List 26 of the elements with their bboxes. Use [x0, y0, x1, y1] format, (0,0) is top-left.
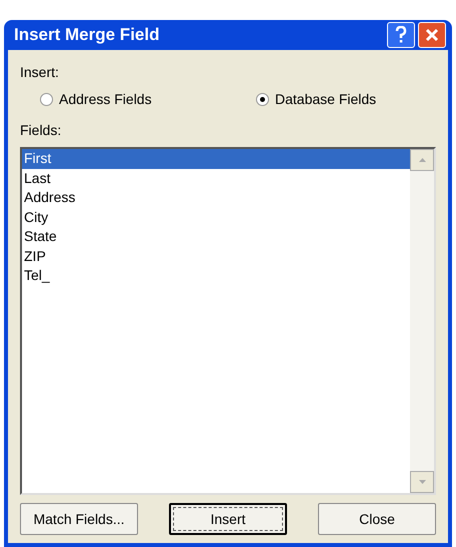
dialog-button[interactable]: Close	[318, 503, 436, 535]
radio-option[interactable]: Database Fields	[256, 89, 376, 110]
down-arrow-icon	[418, 480, 426, 484]
question-mark-icon	[395, 26, 407, 44]
close-icon	[425, 28, 439, 42]
dialog-button[interactable]: Insert	[169, 503, 287, 535]
list-item[interactable]: Address	[22, 188, 410, 208]
list-item[interactable]: Last	[22, 168, 410, 188]
list-item[interactable]: Tel_	[22, 266, 410, 286]
list-item[interactable]: City	[22, 208, 410, 227]
fields-label: Fields:	[20, 121, 62, 140]
scrollbar[interactable]	[410, 149, 434, 493]
radio-button[interactable]	[256, 93, 269, 106]
dialog-button[interactable]: Match Fields...	[20, 503, 138, 535]
up-arrow-icon	[418, 158, 426, 162]
close-button[interactable]	[418, 22, 446, 48]
radio-option[interactable]: Address Fields	[40, 89, 256, 110]
radio-button[interactable]	[40, 93, 53, 106]
list-item[interactable]: First	[22, 149, 410, 168]
scroll-down-button[interactable]	[410, 471, 434, 493]
help-button[interactable]	[387, 22, 415, 48]
list-item[interactable]: State	[22, 227, 410, 246]
list-item[interactable]: ZIP	[22, 246, 410, 266]
window-title: Insert Merge Field	[14, 24, 160, 46]
insert-label: Insert:	[20, 63, 60, 82]
scroll-up-button[interactable]	[410, 149, 434, 171]
